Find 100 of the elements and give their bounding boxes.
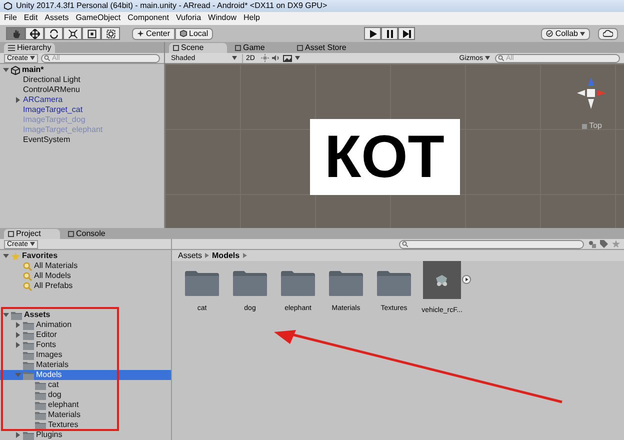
folder-icon[interactable] bbox=[232, 269, 268, 297]
folder-icon[interactable] bbox=[376, 269, 412, 297]
menu-item[interactable]: File bbox=[4, 14, 17, 22]
tool-button[interactable] bbox=[82, 27, 101, 40]
magnifier-icon bbox=[23, 272, 32, 280]
collapse-arrow-icon[interactable] bbox=[15, 432, 21, 438]
tool-button[interactable] bbox=[63, 27, 82, 40]
scene-view[interactable]: КОТ Top bbox=[165, 64, 624, 228]
tab-icon bbox=[173, 45, 179, 52]
filter-icon[interactable] bbox=[588, 240, 596, 248]
menu-item[interactable]: Help bbox=[243, 14, 260, 22]
tree-item[interactable]: Assets bbox=[24, 311, 50, 319]
expand-arrow-icon[interactable] bbox=[3, 312, 9, 318]
collapse-arrow-icon[interactable] bbox=[15, 342, 21, 348]
tree-item-label: Models bbox=[36, 371, 62, 379]
pause-button[interactable] bbox=[381, 27, 398, 40]
window-title: Unity 2017.4.3f1 Personal (64bit) - main.unity - ARread - Android* <DX11 on DX9 GPU> bbox=[16, 2, 328, 10]
cube-icon bbox=[180, 30, 188, 38]
tree-item[interactable]: elephant bbox=[48, 401, 79, 409]
collapse-arrow-icon[interactable] bbox=[15, 322, 21, 328]
tree-item[interactable]: Animation bbox=[36, 321, 72, 329]
tree-item[interactable]: Images bbox=[36, 351, 62, 359]
hierarchy-item[interactable]: ImageTarget_cat bbox=[23, 106, 83, 114]
hierarchy-item[interactable]: EventSystem bbox=[23, 136, 70, 144]
collapse-arrow-icon[interactable] bbox=[15, 332, 21, 338]
folder-icon bbox=[35, 380, 46, 390]
search-icon bbox=[44, 55, 50, 62]
folder-icon[interactable] bbox=[328, 269, 364, 297]
pivot-center-button[interactable]: Center bbox=[132, 28, 176, 40]
search-icon bbox=[402, 241, 408, 247]
collapse-arrow-icon[interactable] bbox=[15, 97, 21, 104]
tree-item[interactable]: Plugins bbox=[36, 431, 62, 439]
cloud-button[interactable] bbox=[598, 28, 618, 40]
hierarchy-item[interactable]: main* bbox=[22, 66, 44, 74]
tree-item[interactable]: Textures bbox=[48, 421, 78, 429]
rect-tool-icon bbox=[86, 28, 96, 39]
tree-item[interactable]: Fonts bbox=[36, 341, 56, 349]
breadcrumb-item[interactable]: Models bbox=[212, 252, 240, 260]
dropdown-caret-icon bbox=[294, 56, 300, 60]
folder-icon bbox=[35, 410, 46, 420]
scene-tab[interactable]: Asset Store bbox=[293, 43, 351, 54]
tree-item[interactable]: Materials bbox=[48, 411, 80, 419]
play-button[interactable] bbox=[364, 27, 382, 40]
menu-item[interactable]: Edit bbox=[24, 14, 38, 22]
hierarchy-item[interactable]: ARCamera bbox=[23, 96, 63, 104]
menu-item[interactable]: Window bbox=[208, 14, 236, 22]
expand-arrow-icon[interactable] bbox=[3, 67, 9, 74]
unity-logo-icon bbox=[4, 2, 12, 10]
folder-icon bbox=[35, 400, 46, 410]
collab-button[interactable]: Collab bbox=[541, 28, 590, 40]
dropdown-caret-icon bbox=[30, 56, 36, 60]
step-button[interactable] bbox=[398, 27, 416, 40]
image-icon[interactable] bbox=[282, 54, 292, 62]
scene-tab[interactable]: Scene bbox=[169, 43, 227, 54]
view-label: Top bbox=[589, 122, 602, 130]
model-thumbnail[interactable] bbox=[423, 261, 461, 299]
tree-item[interactable]: cat bbox=[48, 381, 59, 389]
folder-icon[interactable] bbox=[280, 269, 316, 297]
expand-arrow-icon[interactable] bbox=[3, 253, 9, 259]
tree-item[interactable]: dog bbox=[48, 391, 62, 399]
hierarchy-item[interactable]: Directional Light bbox=[23, 76, 80, 84]
speaker-icon[interactable] bbox=[272, 54, 280, 62]
sun-icon[interactable] bbox=[260, 54, 269, 62]
tool-button[interactable] bbox=[44, 27, 63, 40]
menu-item[interactable]: GameObject bbox=[76, 14, 121, 22]
search-icon bbox=[498, 55, 504, 62]
panel-tab[interactable]: Console bbox=[64, 229, 120, 239]
tree-item[interactable]: All Prefabs bbox=[34, 282, 73, 290]
dropdown-caret-icon bbox=[580, 32, 585, 36]
tree-item[interactable]: Materials bbox=[36, 361, 68, 369]
tree-item[interactable]: All Models bbox=[34, 272, 71, 280]
menu-item[interactable]: Vuforia bbox=[176, 14, 202, 22]
hierarchy-tab[interactable]: Hierarchy bbox=[4, 43, 56, 54]
rotate-tool-icon bbox=[48, 28, 58, 39]
tab-icon bbox=[297, 45, 303, 52]
folder-icon bbox=[23, 330, 34, 340]
tree-item[interactable]: All Materials bbox=[34, 262, 78, 270]
search-field[interactable] bbox=[399, 240, 584, 248]
play-circle-icon[interactable] bbox=[462, 275, 471, 284]
tree-item[interactable]: Favorites bbox=[22, 252, 58, 260]
folder-icon bbox=[11, 310, 22, 320]
menu-item[interactable]: Assets bbox=[44, 14, 69, 22]
tree-item[interactable]: Editor bbox=[36, 331, 57, 339]
play-icon bbox=[368, 30, 377, 38]
breadcrumb-item[interactable]: Assets bbox=[178, 252, 202, 260]
star-icon bbox=[11, 252, 20, 260]
tool-button[interactable] bbox=[101, 27, 120, 40]
selected-tree-row[interactable]: Models bbox=[0, 370, 171, 380]
panel-tab[interactable]: Project bbox=[4, 229, 60, 239]
tab-icon bbox=[235, 45, 241, 52]
hierarchy-item[interactable]: ControlARMenu bbox=[23, 86, 80, 94]
tab-icon bbox=[68, 231, 74, 237]
tool-button[interactable] bbox=[6, 27, 25, 40]
menu-item[interactable]: Component bbox=[128, 14, 169, 22]
tool-button[interactable] bbox=[25, 27, 44, 40]
pivot-local-button[interactable]: Local bbox=[175, 28, 214, 40]
scene-tab[interactable]: Game bbox=[231, 43, 289, 54]
folder-icon[interactable] bbox=[184, 269, 220, 297]
star-icon[interactable] bbox=[612, 240, 620, 248]
card-text: КОТ bbox=[324, 127, 444, 188]
